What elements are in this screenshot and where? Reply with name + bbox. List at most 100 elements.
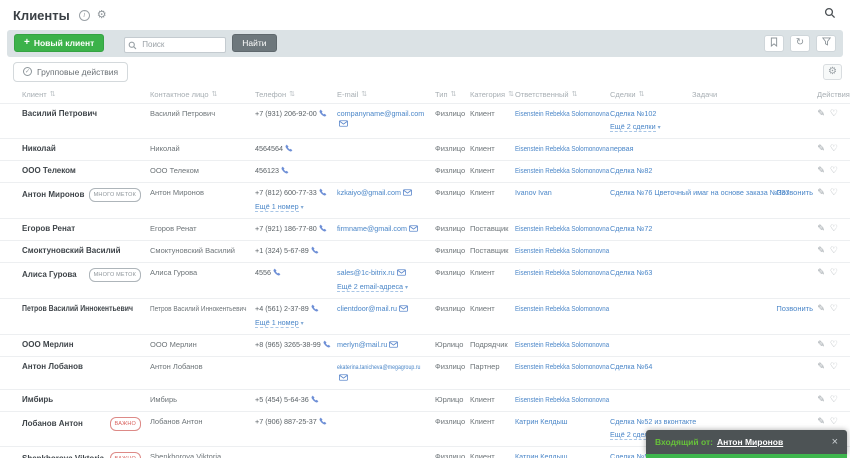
envelope-icon[interactable] <box>389 340 399 350</box>
edit-pencil-icon[interactable]: ✎ <box>817 187 825 197</box>
more-phones-link[interactable]: Ещё 1 номер <box>255 317 299 328</box>
client-name[interactable]: ООО Телеком <box>22 166 76 176</box>
responsible-link[interactable]: Ivanov Ivan <box>515 188 552 198</box>
phone-icon[interactable] <box>319 417 327 427</box>
envelope-icon[interactable] <box>339 119 348 129</box>
favorite-icon[interactable]: ♡ <box>830 245 838 255</box>
deal-link[interactable]: первая <box>610 144 634 154</box>
table-row[interactable]: Смоктуновский Василий Смоктуновский Васил… <box>0 239 850 262</box>
envelope-icon[interactable] <box>396 268 406 278</box>
column-header-phone[interactable]: Телефон ⇅ <box>255 90 337 99</box>
email-link[interactable]: firmname@gmail.com <box>337 224 407 234</box>
column-header-contact[interactable]: Контактное лицо ⇅ <box>150 90 255 99</box>
responsible-link[interactable]: Eisenstein Rebekka Solomonovna <box>515 224 609 234</box>
global-search-icon[interactable] <box>824 6 836 24</box>
edit-pencil-icon[interactable]: ✎ <box>817 361 825 371</box>
email-link[interactable]: merlyn@mail.ru <box>337 340 387 350</box>
info-icon[interactable]: i <box>78 9 90 21</box>
client-name[interactable]: Егоров Ренат <box>22 224 75 234</box>
responsible-link[interactable]: Катрин Келдыш <box>515 452 568 458</box>
table-row[interactable]: Алиса Гурова много меток Алиса Гурова 4556 s… <box>0 261 850 298</box>
table-settings-button[interactable]: ⚙ <box>823 63 842 80</box>
column-header-responsible[interactable]: Ответственный ⇅ <box>515 90 610 99</box>
responsible-link[interactable]: Eisenstein Rebekka Solomonovna <box>515 304 609 314</box>
favorite-icon[interactable]: ♡ <box>830 361 838 371</box>
favorite-icon[interactable]: ♡ <box>830 187 838 197</box>
email-link[interactable]: sales@1c-bitrix.ru <box>337 268 395 278</box>
table-row[interactable]: ООО Телеком ООО Телеком 456123 Физлицо Клиен… <box>0 159 850 182</box>
sort-icon[interactable]: ⇅ <box>212 90 218 98</box>
table-row[interactable]: Антон Лобанов Антон Лобанов ekaterina.tani… <box>0 355 850 389</box>
deal-link[interactable]: Сделка №52 из вконтакте <box>610 417 696 427</box>
favorite-icon[interactable]: ♡ <box>830 394 838 404</box>
sort-icon[interactable]: ⇅ <box>50 90 56 98</box>
edit-pencil-icon[interactable]: ✎ <box>817 165 825 175</box>
phone-icon[interactable] <box>281 166 289 176</box>
phone-icon[interactable] <box>273 268 281 278</box>
more-phones-link[interactable]: Ещё 1 номер <box>255 201 299 212</box>
group-actions-button[interactable]: ✓ Групповые действия <box>13 61 129 82</box>
notification-box[interactable]: Входящий от: Антон Миронов × <box>646 430 847 454</box>
deal-link[interactable]: Сделка №63 <box>610 268 652 278</box>
table-row[interactable]: Петров Василий Иннокентьевич Петров Васил… <box>0 297 850 334</box>
column-header-deals[interactable]: Сделки ⇅ <box>610 90 692 99</box>
phone-icon[interactable] <box>311 246 319 256</box>
email-link[interactable]: ekaterina.tanicheva@megagroup.ru <box>337 363 420 373</box>
responsible-link[interactable]: Eisenstein Rebekka Solomonovna <box>515 109 609 119</box>
phone-icon[interactable] <box>311 304 319 314</box>
phone-icon[interactable] <box>311 395 319 405</box>
edit-pencil-icon[interactable]: ✎ <box>817 339 825 349</box>
email-link[interactable]: kzkaiyo@gmail.com <box>337 188 401 198</box>
column-header-email[interactable]: E-mail ⇅ <box>337 90 435 99</box>
more-emails-link[interactable]: Ещё 2 email-адреса <box>337 281 404 292</box>
favorite-icon[interactable]: ♡ <box>830 143 838 153</box>
phone-icon[interactable] <box>319 188 327 198</box>
responsible-link[interactable]: Катрин Келдыш <box>515 417 568 427</box>
search-input[interactable] <box>124 36 227 53</box>
phone-icon[interactable] <box>285 144 293 154</box>
new-client-button[interactable]: + Новый клиент <box>14 34 105 53</box>
edit-pencil-icon[interactable]: ✎ <box>817 108 825 118</box>
envelope-icon[interactable] <box>403 188 412 198</box>
client-name[interactable]: Лобанов Антон <box>22 419 83 429</box>
edit-pencil-icon[interactable]: ✎ <box>817 394 825 404</box>
table-row[interactable]: Василий Петрович Василий Петрович +7 (931)… <box>0 102 850 138</box>
edit-pencil-icon[interactable]: ✎ <box>817 143 825 153</box>
email-link[interactable]: companyname@gmail.com <box>337 109 424 119</box>
table-row[interactable]: Имбирь Имбирь +5 (454) 5-64-36 Юрлицо Клиент… <box>0 388 850 411</box>
column-header-category[interactable]: Категория ⇅ <box>470 90 515 99</box>
edit-pencil-icon[interactable]: ✎ <box>817 303 825 313</box>
more-deals-link[interactable]: Ещё 2 сделки <box>610 121 656 132</box>
deal-link[interactable]: Сделка №82 <box>610 166 652 176</box>
sort-icon[interactable]: ⇅ <box>508 90 514 98</box>
phone-icon[interactable] <box>319 224 327 234</box>
favorite-icon[interactable]: ♡ <box>830 165 838 175</box>
client-name[interactable]: Антон Лобанов <box>22 362 83 372</box>
responsible-link[interactable]: Eisenstein Rebekka Solomonovna <box>515 395 609 405</box>
table-row[interactable]: Антон Миронов много меток Антон Миронов +7 … <box>0 181 850 218</box>
client-name[interactable]: Смоктуновский Василий <box>22 246 121 256</box>
table-row[interactable]: Николай Николай 4564564 Физлицо Клиент Eisens… <box>0 137 850 160</box>
edit-pencil-icon[interactable]: ✎ <box>817 267 825 277</box>
client-name[interactable]: Петров Василий Иннокентьевич <box>22 304 133 314</box>
envelope-icon[interactable] <box>339 373 348 383</box>
page-settings-gear-icon[interactable]: ⚙ <box>97 9 107 21</box>
responsible-link[interactable]: Eisenstein Rebekka Solomonovna <box>515 144 609 154</box>
favorite-icon[interactable]: ♡ <box>830 223 838 233</box>
responsible-link[interactable]: Eisenstein Rebekka Solomonovna <box>515 268 609 278</box>
sort-icon[interactable]: ⇅ <box>572 90 578 98</box>
call-task-link[interactable]: Позвонить <box>776 188 813 197</box>
sort-icon[interactable]: ⇅ <box>451 90 457 98</box>
column-header-client[interactable]: Клиент ⇅ <box>22 90 150 99</box>
client-name[interactable]: Алиса Гурова <box>22 270 77 280</box>
sort-icon[interactable]: ⇅ <box>289 90 295 98</box>
column-header-type[interactable]: Тип ⇅ <box>435 90 470 99</box>
find-button[interactable]: Найти <box>232 34 277 53</box>
phone-icon[interactable] <box>323 340 331 350</box>
favorite-icon[interactable]: ♡ <box>830 108 838 118</box>
sort-icon[interactable]: ⇅ <box>361 90 367 98</box>
close-icon[interactable]: × <box>832 436 838 447</box>
refresh-button[interactable]: ↻ <box>790 34 810 52</box>
envelope-icon[interactable] <box>409 224 418 234</box>
favorite-icon[interactable]: ♡ <box>830 303 838 313</box>
